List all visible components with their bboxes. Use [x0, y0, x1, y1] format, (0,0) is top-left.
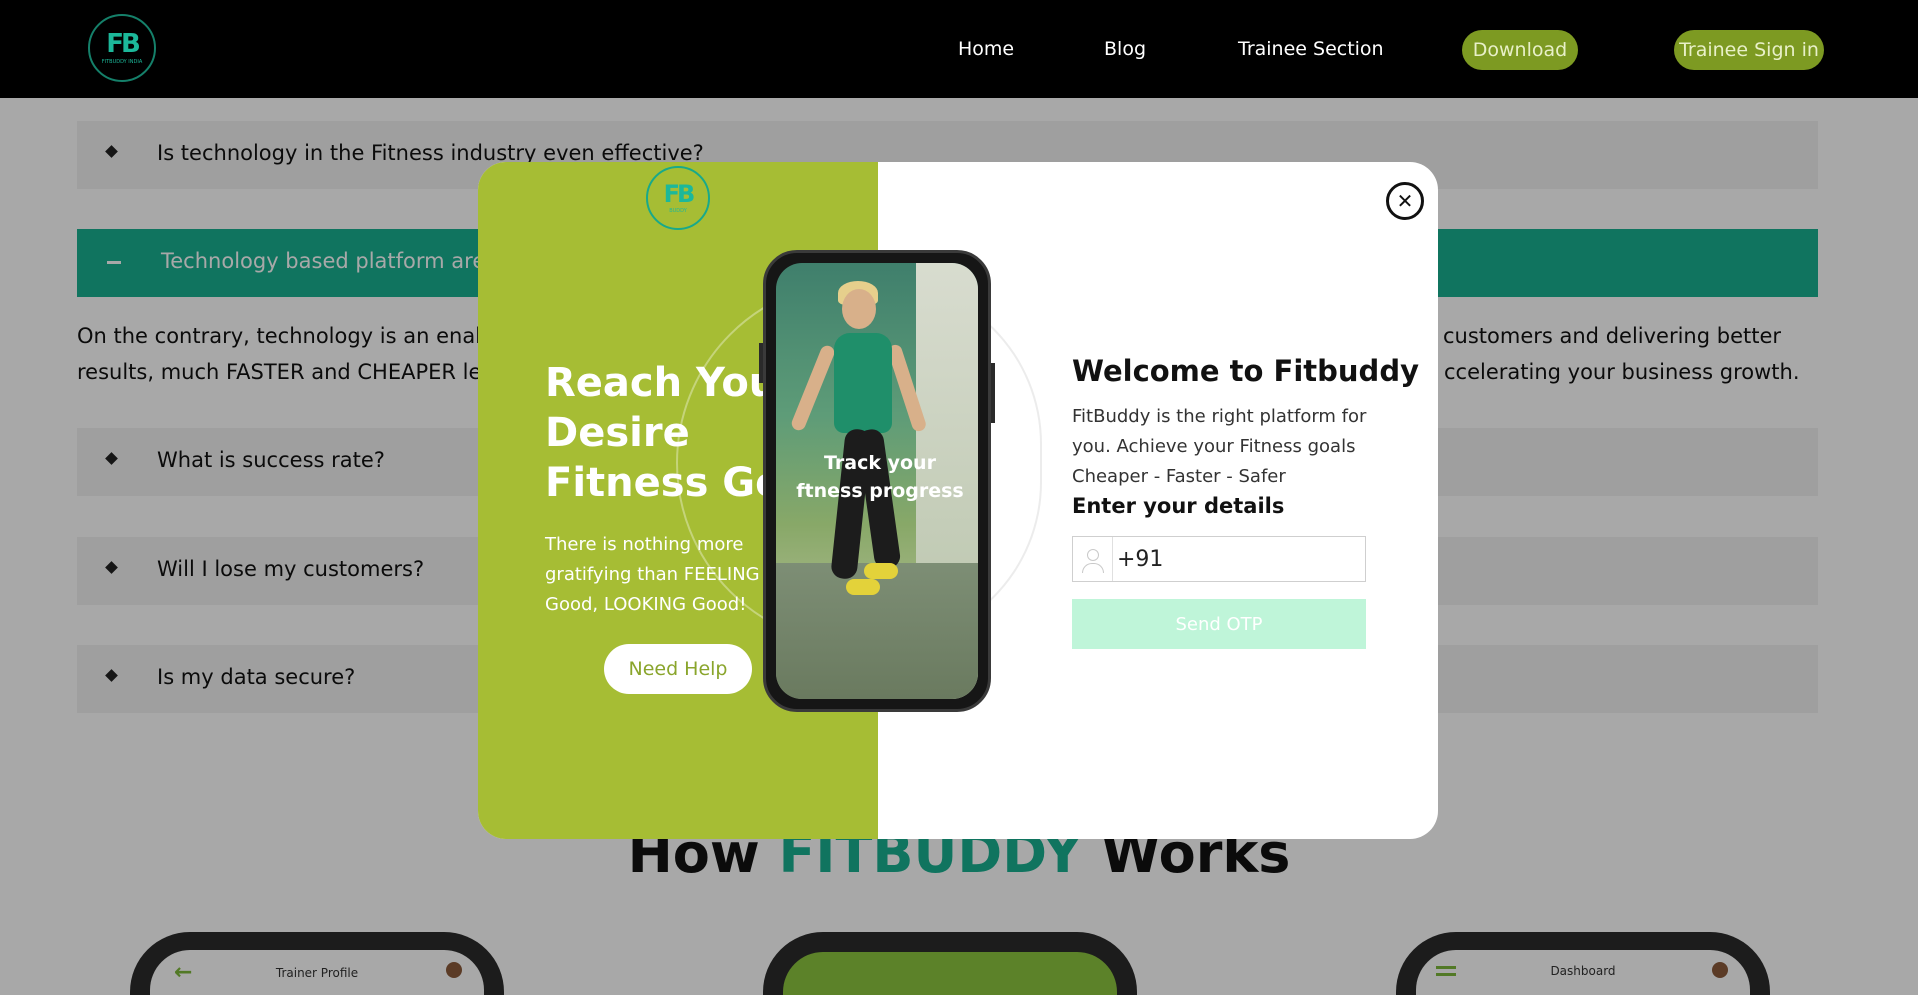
photo-figure — [834, 333, 892, 433]
logo-subtext: BUDDY — [669, 208, 687, 214]
logo-subtext: FITBUDDY INDIA — [101, 59, 143, 65]
form-label: Enter your details — [1072, 494, 1285, 518]
signup-modal: FB BUDDY Reach Your Desire Fitness Goal … — [478, 162, 1438, 839]
phone-side-button — [991, 363, 995, 423]
phone-number-field[interactable] — [1072, 536, 1366, 582]
logo-mark: FB — [106, 29, 141, 59]
send-otp-button[interactable]: Send OTP — [1072, 599, 1366, 649]
phone-number-input[interactable] — [1115, 537, 1365, 581]
phone-mockup: Track your ftness progress — [759, 250, 995, 712]
logo-mark: FB — [663, 180, 696, 208]
trainee-sign-in-button[interactable]: Trainee Sign in — [1674, 30, 1824, 70]
photo-figure — [842, 289, 876, 329]
phone-side-button — [759, 343, 763, 383]
nav-trainee-section-link[interactable]: Trainee Section — [1238, 38, 1384, 60]
modal-title: Welcome to Fitbuddy — [1072, 354, 1419, 388]
modal-description: FitBuddy is the right platform for you. … — [1072, 406, 1367, 487]
close-icon[interactable]: ✕ — [1386, 182, 1424, 220]
caption-line: Track your — [824, 452, 936, 474]
nav-blog-link[interactable]: Blog — [1104, 38, 1146, 60]
top-navbar: FB FITBUDDY INDIA Home Blog Trainee Sect… — [0, 0, 1918, 98]
fitbuddy-logo[interactable]: FB FITBUDDY INDIA — [88, 14, 156, 82]
user-icon — [1073, 537, 1113, 581]
photo-figure — [864, 563, 898, 579]
download-button[interactable]: Download — [1462, 30, 1578, 70]
photo-figure — [846, 579, 880, 595]
phone-caption: Track your ftness progress — [766, 449, 994, 505]
caption-line: ftness progress — [796, 480, 964, 502]
fitbuddy-logo: FB BUDDY — [646, 166, 710, 230]
nav-home-link[interactable]: Home — [958, 38, 1014, 60]
need-help-button[interactable]: Need Help — [604, 644, 752, 694]
photo-figure — [789, 343, 837, 433]
